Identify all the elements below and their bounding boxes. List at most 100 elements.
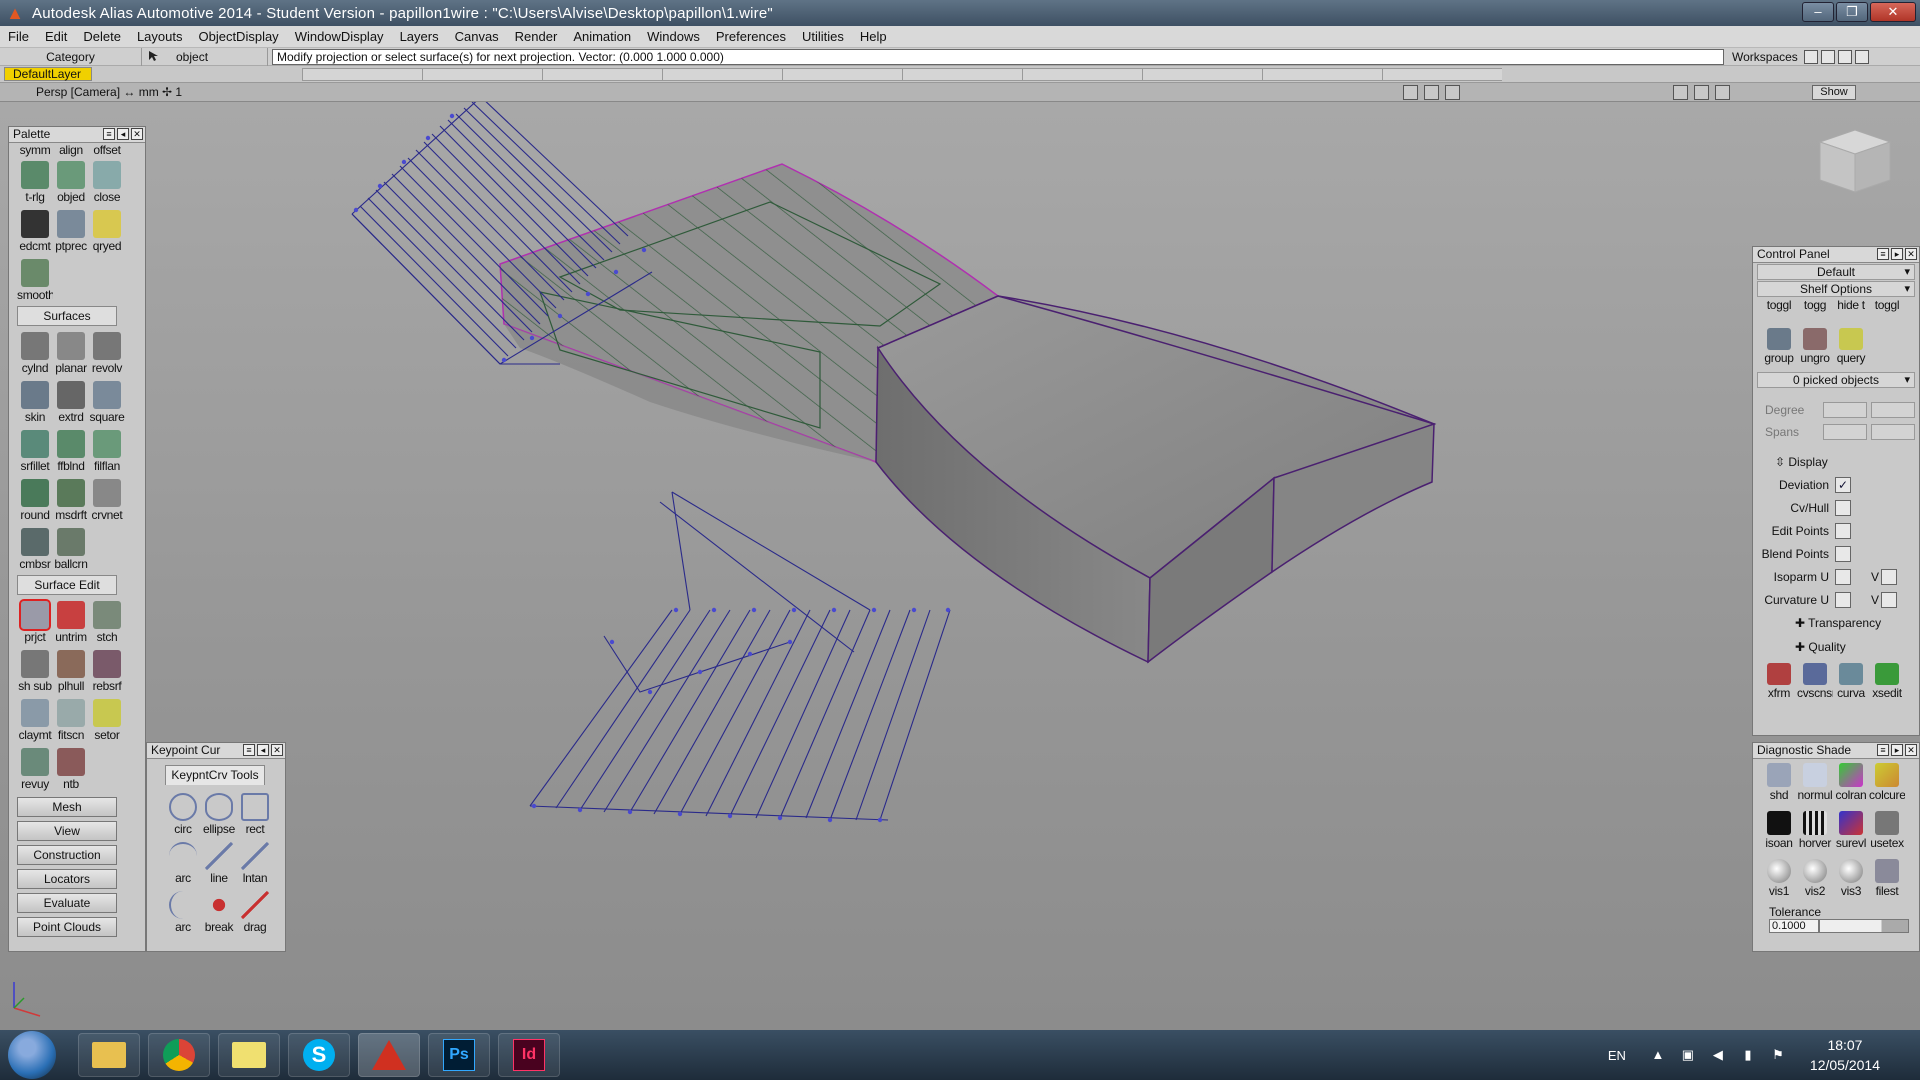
tool-ffblnd[interactable]: ffblnd	[53, 426, 89, 475]
close-button[interactable]: ✕	[1870, 2, 1916, 22]
point-clouds-button[interactable]: Point Clouds	[17, 917, 117, 937]
layer-slot[interactable]	[422, 67, 542, 81]
signal-icon[interactable]: ▮	[1740, 1047, 1756, 1063]
degree-v-input[interactable]	[1871, 402, 1915, 418]
tool-cvscnsrf[interactable]: cvscnsrf	[1797, 659, 1833, 703]
tool-untrim[interactable]: untrim	[53, 597, 89, 646]
taskbar-files[interactable]	[218, 1033, 280, 1077]
object-mode-selector[interactable]: object	[142, 47, 268, 66]
panel-options-icon[interactable]: ≡	[1877, 744, 1889, 756]
solid-surface[interactable]	[875, 295, 1437, 664]
tool-ntb[interactable]: ntb	[53, 744, 89, 793]
taskbar-skype[interactable]: S	[288, 1033, 350, 1077]
maximize-button[interactable]: ❐	[1836, 2, 1868, 22]
tool-planar[interactable]: planar	[53, 328, 89, 377]
tool-filflan[interactable]: filflan	[89, 426, 125, 475]
shelf-ungroup[interactable]: ungro	[1797, 324, 1833, 368]
tool-ballcrn[interactable]: ballcrn	[53, 524, 89, 573]
network-warning-icon[interactable]: ▣	[1680, 1047, 1696, 1063]
start-button[interactable]	[8, 1031, 56, 1079]
layer-slot[interactable]	[662, 67, 782, 81]
tool-drag[interactable]: drag	[237, 887, 273, 936]
tool-plhull[interactable]: plhull	[53, 646, 89, 695]
view-cube[interactable]	[1818, 129, 1892, 193]
panel-options-icon[interactable]: ≡	[1877, 248, 1889, 260]
workspace-icon[interactable]	[1820, 49, 1835, 64]
tool-setor[interactable]: setor	[89, 695, 125, 744]
menu-preferences[interactable]: Preferences	[708, 26, 794, 48]
menu-render[interactable]: Render	[507, 26, 566, 48]
blend-points-checkbox[interactable]	[1835, 545, 1851, 562]
grid-toggle-icon[interactable]	[1715, 85, 1730, 100]
menu-canvas[interactable]: Canvas	[447, 26, 507, 48]
tool-xfrm[interactable]: xfrm	[1761, 659, 1797, 703]
workspace-icon[interactable]	[1803, 49, 1818, 64]
menu-layers[interactable]: Layers	[392, 26, 447, 48]
spans-v-input[interactable]	[1871, 424, 1915, 440]
layer-slot[interactable]	[1382, 67, 1502, 81]
shade-toggle-icon[interactable]	[1673, 85, 1688, 100]
tool-edcmt[interactable]: edcmt	[17, 206, 53, 255]
tool-square[interactable]: square	[89, 377, 125, 426]
tool-sh-sub[interactable]: sh sub	[17, 646, 53, 695]
shelf-group[interactable]: group	[1761, 324, 1797, 368]
tool-revolv[interactable]: revolv	[89, 328, 125, 377]
panel-close-icon[interactable]: ✕	[131, 128, 143, 140]
tool-vis1[interactable]: vis1	[1761, 855, 1797, 903]
tool-offset[interactable]: offset	[89, 143, 125, 157]
surface-edit-tab[interactable]: Surface Edit	[17, 575, 117, 595]
tool-line[interactable]: line	[201, 838, 237, 887]
tool-symm[interactable]: symm	[17, 143, 53, 157]
layer-slot[interactable]	[1142, 67, 1262, 81]
workspace-icon[interactable]	[1854, 49, 1869, 64]
tool-circ[interactable]: circ	[165, 789, 201, 838]
layer-slot[interactable]	[1262, 67, 1382, 81]
camera-zoom-icon[interactable]	[1445, 85, 1460, 100]
panel-collapse-icon[interactable]: ◂	[117, 128, 129, 140]
tool-revuy[interactable]: revuy	[17, 744, 53, 793]
tool-msdrft[interactable]: msdrft	[53, 475, 89, 524]
tool-stch[interactable]: stch	[89, 597, 125, 646]
camera-tumble-icon[interactable]	[1403, 85, 1418, 100]
tool-skin[interactable]: skin	[17, 377, 53, 426]
perspective-viewport[interactable]	[0, 102, 1920, 1030]
picked-objects-dropdown[interactable]: 0 picked objects	[1757, 372, 1915, 388]
locators-button[interactable]: Locators	[17, 869, 117, 889]
menu-layouts[interactable]: Layouts	[129, 26, 191, 48]
curvature-v-checkbox[interactable]	[1881, 591, 1897, 608]
tool-crvnet[interactable]: crvnet	[89, 475, 125, 524]
panel-close-icon[interactable]: ✕	[271, 744, 283, 756]
shelf-toggle-3[interactable]: toggl	[1869, 298, 1905, 324]
workspace-icon[interactable]	[1837, 49, 1852, 64]
curvature-u-checkbox[interactable]	[1835, 591, 1851, 608]
isoparm-u-checkbox[interactable]	[1835, 568, 1851, 585]
spans-u-input[interactable]	[1823, 424, 1867, 440]
tool-ptprec[interactable]: ptprec	[53, 206, 89, 255]
isoparm-v-checkbox[interactable]	[1881, 568, 1897, 585]
tool-filest[interactable]: filest	[1869, 855, 1905, 903]
keypntcrv-tools-tab[interactable]: KeypntCrv Tools	[165, 765, 265, 785]
volume-icon[interactable]: ◀	[1710, 1047, 1726, 1063]
show-hidden-icon[interactable]: ▲	[1650, 1047, 1666, 1063]
layer-slot[interactable]	[782, 67, 902, 81]
tool-t-rlg[interactable]: t-rlg	[17, 157, 53, 206]
menu-objectdisplay[interactable]: ObjectDisplay	[190, 26, 286, 48]
quality-section[interactable]: ✚ Quality	[1753, 635, 1919, 659]
shelf-toggle-2[interactable]: togg	[1797, 298, 1833, 324]
taskbar-explorer[interactable]	[78, 1033, 140, 1077]
tool-close[interactable]: close	[89, 157, 125, 206]
shelf-options-dropdown[interactable]: Shelf Options	[1757, 281, 1915, 297]
tool-fitscn[interactable]: fitscn	[53, 695, 89, 744]
shelf-toggle-1[interactable]: toggl	[1761, 298, 1797, 324]
tool-prjct[interactable]: prjct	[17, 597, 53, 646]
tool-rect[interactable]: rect	[237, 789, 273, 838]
cvhull-checkbox[interactable]	[1835, 499, 1851, 516]
tool-isoan[interactable]: isoan	[1761, 807, 1797, 855]
tool-rebsrf[interactable]: rebsrf	[89, 646, 125, 695]
menu-delete[interactable]: Delete	[75, 26, 129, 48]
tool-extrd[interactable]: extrd	[53, 377, 89, 426]
tool-normul[interactable]: normul	[1797, 759, 1833, 807]
layer-slot[interactable]	[302, 67, 422, 81]
tool-qryed[interactable]: qryed	[89, 206, 125, 255]
panel-options-icon[interactable]: ≡	[243, 744, 255, 756]
